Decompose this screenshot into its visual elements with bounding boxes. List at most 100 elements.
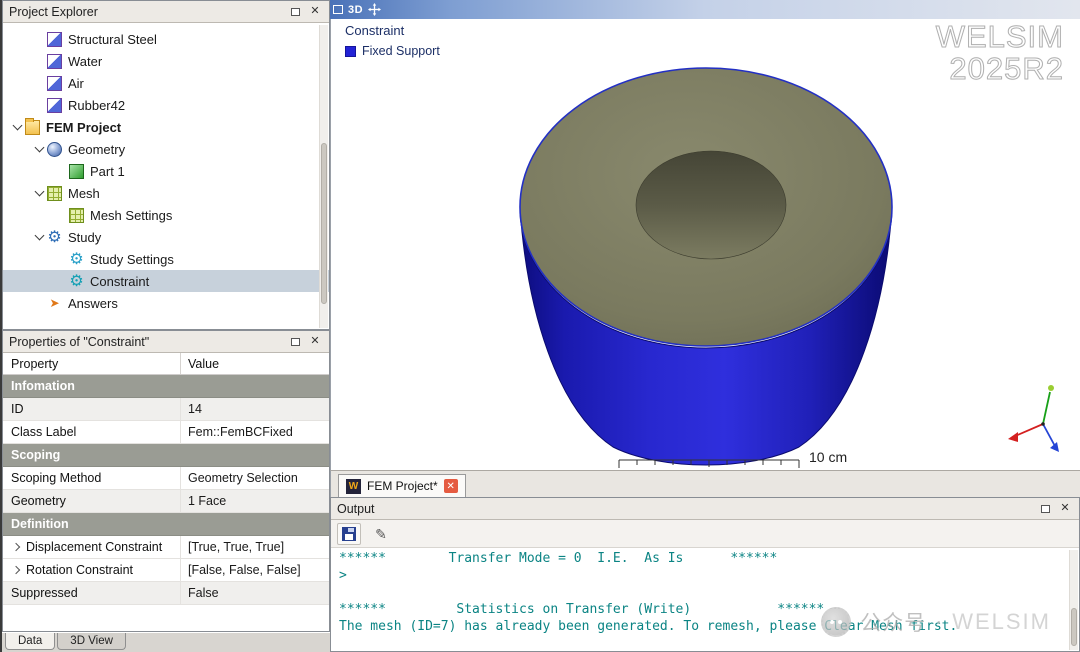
tree-item-label: FEM Project — [46, 119, 122, 135]
property-value: Geometry Selection — [188, 471, 298, 485]
prop-row-suppressed[interactable]: Suppressed False — [3, 582, 329, 605]
tab-data[interactable]: Data — [5, 633, 56, 650]
right-column: 3D Constraint Fixed Support WELSIM 2025R… — [330, 0, 1080, 652]
property-name: Rotation Constraint — [26, 563, 134, 577]
legend-item-label: Fixed Support — [362, 44, 440, 58]
tree-item-structural-steel[interactable]: Structural Steel — [3, 28, 329, 50]
prop-row-geometry[interactable]: Geometry 1 Face — [3, 490, 329, 513]
3d-scene[interactable] — [331, 19, 1080, 470]
caret-down-icon[interactable] — [31, 235, 47, 239]
viewport-legend: Constraint Fixed Support — [345, 23, 440, 58]
clear-output-button[interactable]: ✎ — [369, 523, 393, 545]
caret-down-icon[interactable] — [31, 191, 47, 195]
move-icon[interactable] — [368, 3, 382, 16]
property-name-cell: Displacement Constraint — [3, 536, 181, 558]
prop-row-id[interactable]: ID 14 — [3, 398, 329, 421]
prop-row-rotation-constraint[interactable]: Rotation Constraint [False, False, False] — [3, 559, 329, 582]
clear-output-icon: ✎ — [375, 525, 387, 542]
tree-item-geometry[interactable]: Geometry — [3, 138, 329, 160]
brand-watermark-line1: WELSIM — [935, 19, 1064, 54]
property-name: Geometry — [11, 494, 66, 508]
tree-item-study-settings[interactable]: Study Settings — [3, 248, 329, 270]
property-value: 14 — [188, 402, 202, 416]
tree-item-mesh[interactable]: Mesh — [3, 182, 329, 204]
fixed-support-swatch — [345, 45, 356, 57]
tree-item-part-1[interactable]: Part 1 — [3, 160, 329, 182]
material-icon — [47, 75, 62, 91]
mesh-icon — [47, 185, 62, 201]
document-tab-strip: W FEM Project* ✕ — [330, 470, 1080, 497]
properties-title: Properties of "Constraint" — [9, 334, 150, 349]
output-title: Output — [337, 501, 375, 516]
property-value: [False, False, False] — [188, 563, 301, 577]
tree-item-label: Mesh Settings — [90, 207, 173, 223]
save-output-button[interactable] — [337, 522, 361, 545]
constraint-icon — [69, 274, 84, 289]
float-panel-icon[interactable] — [287, 335, 303, 349]
viewport-titlebar-label: 3D — [348, 3, 364, 16]
tree-item-rubber42[interactable]: Rubber42 — [3, 94, 329, 116]
dock-icon — [333, 5, 343, 14]
prop-row-scoping-method[interactable]: Scoping Method Geometry Selection — [3, 467, 329, 490]
tree-item-fem-project[interactable]: FEM Project — [3, 116, 329, 138]
doc-tab-fem-project[interactable]: W FEM Project* ✕ — [338, 474, 466, 497]
column-header-property: Property — [3, 353, 181, 374]
welsim-logo-icon: W — [346, 478, 361, 494]
project-tree-scrollbar[interactable] — [319, 25, 328, 328]
tree-item-mesh-settings[interactable]: Mesh Settings — [3, 204, 329, 226]
save-icon — [342, 526, 356, 541]
prop-row-class-label[interactable]: Class Label Fem::FemBCFixed — [3, 421, 329, 444]
properties-column-headers: Property Value — [3, 353, 329, 375]
tree-item-answers[interactable]: Answers — [3, 292, 329, 314]
expander-icon[interactable] — [11, 541, 23, 553]
expander-icon[interactable] — [11, 564, 23, 576]
property-name-cell: Rotation Constraint — [3, 559, 181, 581]
property-value: 1 Face — [188, 494, 227, 508]
folder-icon — [25, 117, 40, 135]
scroll-thumb[interactable] — [321, 143, 327, 304]
tab-3d-view[interactable]: 3D View — [57, 633, 126, 650]
tree-item-label: Study Settings — [90, 251, 174, 267]
close-panel-icon[interactable]: ✕ — [1057, 502, 1073, 516]
project-tree: Structural Steel Water Air Rubber42 FEM Proj… — [3, 23, 329, 329]
view-mode-tabs: Data 3D View — [2, 632, 330, 652]
output-console[interactable]: ****** Transfer Mode = 0 I.E. As Is ****… — [331, 548, 1079, 651]
tree-item-label: Mesh — [68, 185, 100, 201]
tree-item-air[interactable]: Air — [3, 72, 329, 94]
float-panel-icon[interactable] — [287, 5, 303, 19]
viewport-titlebar[interactable]: 3D — [330, 0, 1080, 19]
part-icon — [69, 163, 84, 179]
property-value: [True, True, True] — [188, 540, 285, 554]
geometry-icon — [47, 141, 62, 157]
property-name-cell: Geometry — [3, 490, 181, 512]
close-panel-icon[interactable]: ✕ — [307, 335, 323, 349]
doc-tab-close-icon[interactable]: ✕ — [443, 479, 458, 493]
property-name: Scoping Method — [11, 471, 102, 485]
tree-item-water[interactable]: Water — [3, 50, 329, 72]
tree-item-study[interactable]: Study — [3, 226, 329, 248]
3d-model-ring[interactable] — [519, 67, 893, 466]
prop-section-scoping: Scoping — [3, 444, 329, 467]
caret-down-icon[interactable] — [9, 125, 25, 129]
legend-item-fixed-support: Fixed Support — [345, 44, 440, 58]
legend-title: Constraint — [345, 23, 405, 38]
tree-item-label: Structural Steel — [68, 31, 157, 47]
property-name-cell: Suppressed — [3, 582, 181, 604]
caret-down-icon[interactable] — [31, 147, 47, 151]
scroll-thumb[interactable] — [1071, 608, 1077, 646]
close-panel-icon[interactable]: ✕ — [307, 5, 323, 19]
study-settings-icon — [69, 252, 84, 267]
3d-viewport[interactable]: Constraint Fixed Support WELSIM 2025R2 1… — [330, 19, 1080, 470]
prop-row-displacement-constraint[interactable]: Displacement Constraint [True, True, True… — [3, 536, 329, 559]
property-value: Fem::FemBCFixed — [188, 425, 293, 439]
property-name-cell: Scoping Method — [3, 467, 181, 489]
tree-item-constraint[interactable]: Constraint — [3, 270, 329, 292]
properties-table: Infomation ID 14 Class Label Fem::FemBCFixed… — [3, 375, 329, 631]
mesh-settings-icon — [69, 207, 84, 223]
output-panel: Output ✕ ✎ ****** Transfer Mode = 0 I.E.… — [330, 497, 1080, 652]
console-line: > — [339, 568, 347, 583]
doc-tab-label: FEM Project* — [367, 479, 438, 493]
float-panel-icon[interactable] — [1037, 502, 1053, 516]
property-name-cell: ID — [3, 398, 181, 420]
output-scrollbar[interactable] — [1069, 550, 1078, 650]
